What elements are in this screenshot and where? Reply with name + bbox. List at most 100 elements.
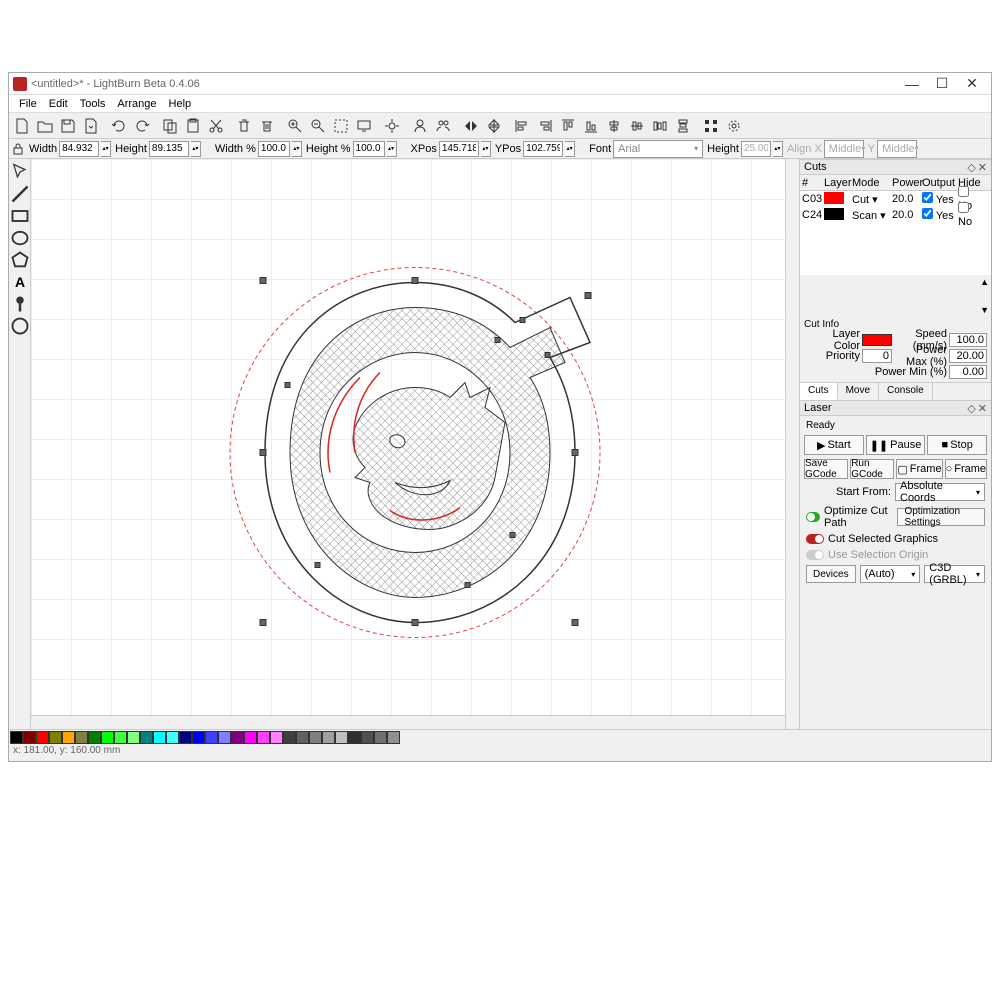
run-gcode-button[interactable]: Run GCode bbox=[850, 459, 894, 479]
gear-icon[interactable] bbox=[723, 115, 745, 137]
frame-rect-button[interactable]: ▢Frame bbox=[896, 459, 942, 479]
width-input[interactable] bbox=[59, 141, 99, 157]
grid-icon[interactable] bbox=[700, 115, 722, 137]
close-panel-icon[interactable]: ✕ bbox=[978, 161, 987, 174]
height-input[interactable] bbox=[149, 141, 189, 157]
polygon-tool-icon[interactable] bbox=[10, 250, 30, 270]
height-spinner[interactable]: ▴▾ bbox=[191, 141, 201, 157]
devices-button[interactable]: Devices bbox=[806, 565, 856, 583]
width-pct-spinner[interactable]: ▴▾ bbox=[292, 141, 302, 157]
save-icon[interactable] bbox=[57, 115, 79, 137]
cut-selected-toggle[interactable] bbox=[806, 534, 824, 544]
align-y-select[interactable]: Middle bbox=[877, 140, 917, 158]
rect-tool-icon[interactable] bbox=[10, 206, 30, 226]
users-icon[interactable] bbox=[432, 115, 454, 137]
palette-color[interactable] bbox=[179, 731, 192, 744]
distribute-h-icon[interactable] bbox=[649, 115, 671, 137]
select-tool-icon[interactable] bbox=[10, 162, 30, 182]
user-icon[interactable] bbox=[409, 115, 431, 137]
layer-color-swatch[interactable] bbox=[824, 192, 844, 204]
align-center-h-icon[interactable] bbox=[603, 115, 625, 137]
palette-color[interactable] bbox=[101, 731, 114, 744]
palette-color[interactable] bbox=[205, 731, 218, 744]
offset-tool-icon[interactable] bbox=[10, 316, 30, 336]
line-tool-icon[interactable] bbox=[10, 184, 30, 204]
palette-color[interactable] bbox=[218, 731, 231, 744]
palette-color[interactable] bbox=[127, 731, 140, 744]
priority-input[interactable] bbox=[862, 349, 892, 363]
output-checkbox[interactable] bbox=[922, 208, 933, 219]
pause-button[interactable]: ❚❚Pause bbox=[866, 435, 926, 455]
ellipse-tool-icon[interactable] bbox=[10, 228, 30, 248]
palette-color[interactable] bbox=[374, 731, 387, 744]
height-pct-input[interactable] bbox=[353, 141, 385, 157]
palette-color[interactable] bbox=[166, 731, 179, 744]
delete-icon[interactable] bbox=[233, 115, 255, 137]
palette-color[interactable] bbox=[36, 731, 49, 744]
node-tool-icon[interactable] bbox=[10, 294, 30, 314]
canvas-scrollbar-v[interactable] bbox=[785, 159, 799, 729]
save-gcode-button[interactable]: Save GCode bbox=[804, 459, 848, 479]
palette-color[interactable] bbox=[75, 731, 88, 744]
height-pct-spinner[interactable]: ▴▾ bbox=[387, 141, 397, 157]
open-file-icon[interactable] bbox=[34, 115, 56, 137]
palette-color[interactable] bbox=[23, 731, 36, 744]
distribute-v-icon[interactable] bbox=[672, 115, 694, 137]
palette-color[interactable] bbox=[270, 731, 283, 744]
palette-color[interactable] bbox=[244, 731, 257, 744]
close-panel-icon[interactable]: ✕ bbox=[978, 402, 987, 415]
zoom-out-icon[interactable] bbox=[307, 115, 329, 137]
stop-button[interactable]: ■Stop bbox=[927, 435, 987, 455]
width-pct-input[interactable] bbox=[258, 141, 290, 157]
ypos-spinner[interactable]: ▴▾ bbox=[565, 141, 575, 157]
palette-color[interactable] bbox=[309, 731, 322, 744]
panel-down-icon[interactable]: ▼ bbox=[980, 305, 989, 315]
controller-select[interactable]: C3D (GRBL) bbox=[924, 565, 985, 583]
import-icon[interactable] bbox=[80, 115, 102, 137]
paste-icon[interactable] bbox=[182, 115, 204, 137]
minimize-button[interactable]: — bbox=[897, 74, 927, 94]
align-left-icon[interactable] bbox=[511, 115, 533, 137]
layer-color-swatch[interactable] bbox=[824, 208, 844, 220]
menu-tools[interactable]: Tools bbox=[74, 98, 112, 110]
align-x-select[interactable]: Middle bbox=[824, 140, 864, 158]
align-bottom-icon[interactable] bbox=[580, 115, 602, 137]
frame-circle-button[interactable]: ○Frame bbox=[945, 459, 987, 479]
palette-color[interactable] bbox=[322, 731, 335, 744]
close-button[interactable]: ✕ bbox=[957, 74, 987, 94]
lock-icon[interactable] bbox=[11, 142, 25, 156]
palette-color[interactable] bbox=[49, 731, 62, 744]
settings-icon[interactable] bbox=[381, 115, 403, 137]
speed-input[interactable] bbox=[949, 333, 987, 347]
align-top-icon[interactable] bbox=[557, 115, 579, 137]
menu-arrange[interactable]: Arrange bbox=[111, 98, 162, 110]
palette-color[interactable] bbox=[335, 731, 348, 744]
menu-file[interactable]: File bbox=[13, 98, 43, 110]
redo-icon[interactable] bbox=[131, 115, 153, 137]
canvas[interactable] bbox=[31, 159, 799, 729]
delete2-icon[interactable] bbox=[256, 115, 278, 137]
palette-color[interactable] bbox=[387, 731, 400, 744]
panel-up-icon[interactable]: ▲ bbox=[980, 277, 989, 287]
font-height-input[interactable] bbox=[741, 141, 771, 157]
palette-color[interactable] bbox=[296, 731, 309, 744]
text-tool-icon[interactable]: A bbox=[10, 272, 30, 292]
layer-color-value[interactable] bbox=[862, 334, 892, 346]
preview-icon[interactable] bbox=[353, 115, 375, 137]
tab-console[interactable]: Console bbox=[879, 383, 933, 400]
optimization-settings-button[interactable]: Optimization Settings bbox=[897, 508, 985, 526]
undock-icon[interactable]: ◇ bbox=[967, 402, 975, 415]
tab-cuts[interactable]: Cuts bbox=[800, 383, 838, 400]
zoom-in-icon[interactable] bbox=[284, 115, 306, 137]
cut-icon[interactable] bbox=[205, 115, 227, 137]
xpos-input[interactable] bbox=[439, 141, 479, 157]
device-select[interactable]: (Auto) bbox=[860, 565, 921, 583]
font-select[interactable]: Arial bbox=[613, 140, 703, 158]
font-height-spinner[interactable]: ▴▾ bbox=[773, 141, 783, 157]
canvas-scrollbar-h[interactable] bbox=[31, 715, 785, 729]
output-checkbox[interactable] bbox=[922, 192, 933, 203]
tab-move[interactable]: Move bbox=[838, 383, 879, 400]
optimize-toggle[interactable] bbox=[806, 512, 820, 522]
menu-help[interactable]: Help bbox=[163, 98, 198, 110]
width-spinner[interactable]: ▴▾ bbox=[101, 141, 111, 157]
